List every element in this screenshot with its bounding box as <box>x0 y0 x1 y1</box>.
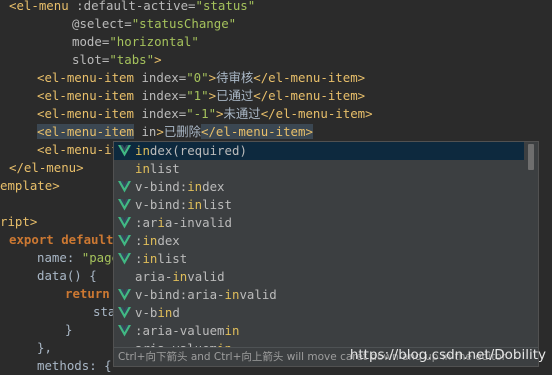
code-line: <el-menu-item index="-1">未通过</el-menu-it… <box>37 106 373 121</box>
completion-item-label: aria-invalid <box>135 269 225 284</box>
code-line: <el-menu-it <box>37 142 120 157</box>
completion-item-label: v-bind <box>135 305 180 320</box>
completion-item-label: :index <box>135 233 180 248</box>
completion-item-label: :aria-valuemin <box>135 323 240 338</box>
code-line: <el-menu-item index="0">待审核</el-menu-ite… <box>37 70 366 85</box>
code-line: mode="horizontal" <box>72 34 199 49</box>
code-line: name: "page <box>37 250 120 265</box>
vue-icon <box>118 325 131 337</box>
vue-icon <box>118 181 131 193</box>
vue-icon <box>118 307 131 319</box>
code-line: <el-menu :default-active="status" <box>9 0 256 13</box>
completion-item-label: v-bind:inlist <box>135 197 232 212</box>
completion-item[interactable]: v-bind:index <box>114 178 524 196</box>
vue-icon <box>118 253 131 265</box>
completion-item-label: index(required) <box>135 143 247 158</box>
completion-scrollbar[interactable] <box>524 142 538 352</box>
code-line: } <box>65 322 73 337</box>
completion-item-label: v-bind:aria-invalid <box>135 287 277 302</box>
vue-icon <box>118 217 131 229</box>
code-line: slot="tabs"> <box>72 52 162 67</box>
code-line: methods: { <box>37 358 112 373</box>
completion-item[interactable]: v-bind:inlist <box>114 196 524 214</box>
completion-item[interactable]: v-bind:aria-invalid <box>114 286 524 304</box>
code-line: export default <box>9 232 114 247</box>
vue-icon <box>118 235 131 247</box>
code-line: ript> <box>0 214 38 229</box>
completion-item[interactable]: v-bind <box>114 304 524 322</box>
watermark: https://blog.csdn.net/Dobility <box>349 347 546 363</box>
completion-item[interactable]: :aria-valuemin <box>114 322 524 340</box>
completion-item[interactable]: aria-invalid <box>114 268 524 286</box>
completion-item[interactable]: index(required) <box>114 142 524 160</box>
code-line: emplate> <box>0 178 60 193</box>
code-line: </el-menu> <box>9 160 84 175</box>
code-line: return <box>65 286 110 301</box>
vue-icon <box>118 199 131 211</box>
code-line-current: <el-menu-item in>已删除</el-menu-item> <box>37 124 313 139</box>
completion-item-label: inlist <box>135 161 180 176</box>
completion-item[interactable]: inlist <box>114 160 524 178</box>
completion-item-label: v-bind:index <box>135 179 225 194</box>
completion-popup[interactable]: index(required) inlist v-bind:index v-bind:… <box>113 141 539 367</box>
vue-icon <box>118 145 131 157</box>
completion-item-label: :aria-invalid <box>135 215 232 230</box>
completion-item-label: :inlist <box>135 251 188 266</box>
code-line: data() { <box>37 268 97 283</box>
completion-item[interactable]: :aria-invalid <box>114 214 524 232</box>
code-line: @select="statusChange" <box>72 16 237 31</box>
code-line: <el-menu-item index="1">已通过</el-menu-ite… <box>37 88 366 103</box>
vue-icon <box>118 289 131 301</box>
completion-item[interactable]: :index <box>114 232 524 250</box>
code-line: }, <box>37 340 52 355</box>
scrollbar-thumb[interactable] <box>528 144 534 170</box>
completion-item[interactable]: :inlist <box>114 250 524 268</box>
